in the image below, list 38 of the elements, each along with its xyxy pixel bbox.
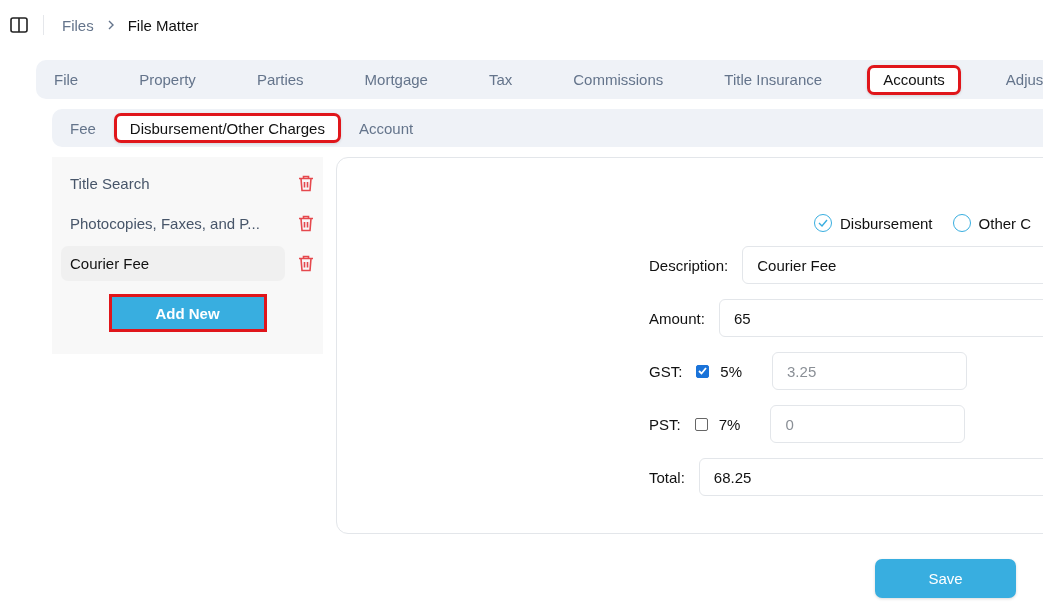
list-item[interactable]: Photocopies, Faxes, and P... xyxy=(61,206,285,241)
list-item[interactable]: Courier Fee xyxy=(61,246,285,281)
total-field[interactable]: 68.25 xyxy=(698,458,1043,496)
tab[interactable]: Commissions xyxy=(557,64,680,95)
add-new-button[interactable]: Add New xyxy=(108,294,267,332)
field-label: Total: xyxy=(649,468,685,486)
subtab[interactable]: Fee xyxy=(54,113,112,143)
tab[interactable]: Property xyxy=(123,64,212,95)
chevron-right-icon xyxy=(106,20,115,30)
tax-rate: 5% xyxy=(720,362,743,380)
radio-label: Other C xyxy=(978,214,1032,232)
tab[interactable]: Adjus xyxy=(989,64,1043,95)
trash-icon[interactable] xyxy=(298,255,314,272)
check-icon xyxy=(818,219,828,227)
breadcrumb-link[interactable]: Files xyxy=(62,16,94,34)
tab[interactable]: File xyxy=(38,64,95,95)
field-label: Description: xyxy=(649,256,729,274)
page-title: File Matter xyxy=(127,16,199,34)
amount-field[interactable]: 65 xyxy=(718,299,1043,337)
field-label: GST: xyxy=(649,362,683,380)
save-button[interactable]: Save xyxy=(875,559,1016,598)
description-field[interactable]: Courier Fee xyxy=(742,246,1043,284)
tab[interactable]: Accounts xyxy=(867,64,961,95)
list-item[interactable]: Title Search xyxy=(61,166,285,201)
sidebar-toggle-icon[interactable] xyxy=(10,17,28,33)
tab[interactable]: Parties xyxy=(240,64,320,95)
radio-label: Disbursement xyxy=(840,214,933,232)
check-icon xyxy=(698,367,708,375)
tab[interactable]: Tax xyxy=(472,64,529,95)
trash-icon[interactable] xyxy=(298,175,314,192)
tab[interactable]: Title Insurance xyxy=(708,64,839,95)
tab[interactable]: Mortgage xyxy=(348,64,444,95)
tax-rate: 7% xyxy=(718,415,741,433)
subtab[interactable]: Disbursement/Other Charges xyxy=(113,113,341,143)
field-label: Amount: xyxy=(649,309,705,327)
trash-icon[interactable] xyxy=(298,215,314,232)
subtab[interactable]: Account xyxy=(342,113,430,143)
field-label: PST: xyxy=(649,415,681,433)
